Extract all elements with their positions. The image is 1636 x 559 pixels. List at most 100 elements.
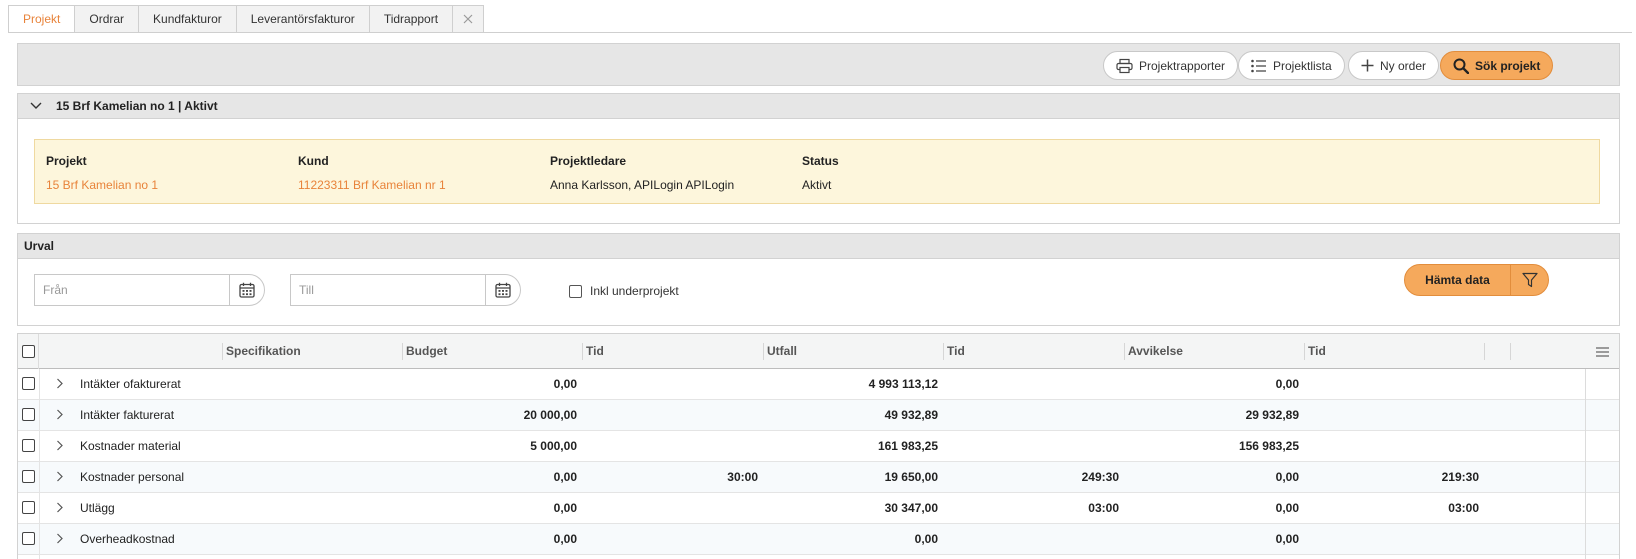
cell-avvikelse-tid: [1304, 369, 1479, 399]
row-checkbox[interactable]: [22, 532, 35, 545]
urval-header: Urval: [18, 234, 1619, 259]
table-row[interactable]: Overheadkostnad 0,00 0,00 0,00: [18, 524, 1619, 555]
cell-utfall-tid: 03:00: [1088, 501, 1119, 515]
chevron-right-icon[interactable]: [56, 502, 64, 513]
projektledare-value: Anna Karlsson, APILogin APILogin: [550, 178, 735, 192]
row-checkbox[interactable]: [22, 439, 35, 452]
from-date-input[interactable]: [34, 274, 229, 306]
calendar-icon: [239, 282, 255, 298]
chevron-right-icon[interactable]: [56, 440, 64, 451]
column-menu-button[interactable]: [1585, 334, 1619, 369]
chevron-right-icon[interactable]: [56, 409, 64, 420]
cell-budget: 0,00: [553, 501, 577, 515]
chevron-right-icon[interactable]: [56, 533, 64, 544]
cell-avvikelse-tid: 219:30: [1441, 470, 1479, 484]
hamta-data-split-button: Hämta data: [1404, 264, 1549, 296]
info-projekt: Projekt 15 Brf Kamelian no 1: [46, 154, 158, 192]
cell-avvikelse-tid: [1304, 524, 1479, 554]
close-icon: [463, 14, 473, 24]
row-checkbox[interactable]: [22, 377, 35, 390]
tab-projekt[interactable]: Projekt: [8, 5, 76, 33]
cell-specifikation: Utlägg: [80, 501, 115, 515]
cell-avvikelse-tid: [1304, 431, 1479, 461]
row-checkbox[interactable]: [22, 501, 35, 514]
select-all-checkbox[interactable]: [22, 345, 35, 358]
cell-avvikelse: 0,00: [1275, 501, 1299, 515]
inkl-underprojekt-checkbox[interactable]: [569, 284, 582, 298]
projektrapporter-button[interactable]: Projektrapporter: [1103, 51, 1239, 80]
cell-utfall-tid: 249:30: [1081, 470, 1119, 484]
filter-icon: [1521, 272, 1538, 288]
chevron-right-icon[interactable]: [56, 471, 64, 482]
tab-bar: Projekt Ordrar Kundfakturor Leverantörsf…: [8, 5, 485, 33]
cell-utfall-tid: [943, 431, 1119, 461]
column-header-utfall-tid[interactable]: Tid: [943, 334, 1124, 369]
project-panel: 15 Brf Kamelian no 1 | Aktivt Projekt 15…: [17, 93, 1620, 224]
table-row[interactable]: Intäkter ofakturerat 0,00 4 993 113,12 0…: [18, 369, 1619, 400]
column-header-avvikelse-tid[interactable]: Tid: [1304, 334, 1484, 369]
table-row[interactable]: Intäkter fakturerat 20 000,00 49 932,89 …: [18, 400, 1619, 431]
cell-specifikation: Overheadkostnad: [80, 532, 175, 546]
cell-utfall-tid: [943, 400, 1119, 430]
cell-budget: 5 000,00: [530, 439, 577, 453]
inkl-underprojekt-label: Inkl underprojekt: [590, 284, 679, 298]
hamta-data-button[interactable]: Hämta data: [1405, 265, 1510, 295]
cell-utfall: 4 993 113,12: [868, 377, 938, 391]
projektrapporter-label: Projektrapporter: [1139, 58, 1226, 73]
ny-order-button[interactable]: Ny order: [1348, 51, 1440, 80]
column-header-avvikelse[interactable]: Avvikelse: [1124, 334, 1304, 369]
chevron-right-icon[interactable]: [56, 378, 64, 389]
filter-button[interactable]: [1510, 265, 1548, 295]
column-header-budget-tid[interactable]: Tid: [582, 334, 763, 369]
cell-avvikelse: 156 983,25: [1238, 439, 1299, 453]
sok-projekt-button[interactable]: Sök projekt: [1440, 51, 1554, 80]
cell-avvikelse: 0,00: [1275, 470, 1299, 484]
sok-projekt-label: Sök projekt: [1475, 58, 1541, 73]
cell-budget: 0,00: [553, 377, 577, 391]
column-separator: [1484, 343, 1485, 360]
table-row[interactable]: Kostnader personal 0,00 30:00 19 650,00 …: [18, 462, 1619, 493]
ny-order-label: Ny order: [1380, 58, 1427, 73]
cell-avvikelse: 0,00: [1275, 377, 1299, 391]
tab-ordrar[interactable]: Ordrar: [75, 5, 140, 33]
cell-specifikation: Kostnader material: [80, 439, 181, 453]
cell-budget-tid: [582, 400, 758, 430]
to-date-input[interactable]: [290, 274, 485, 306]
table-row[interactable]: Kostnader material 5 000,00 161 983,25 1…: [18, 431, 1619, 462]
projektledare-label: Projektledare: [550, 154, 627, 168]
row-checkbox[interactable]: [22, 470, 35, 483]
column-header-specifikation[interactable]: Specifikation: [222, 334, 402, 369]
info-projektledare: Projektledare Anna Karlsson, APILogin AP…: [550, 154, 734, 192]
printer-icon: [1116, 58, 1133, 74]
menu-icon: [1595, 346, 1609, 357]
table-row[interactable]: Utlägg 0,00 30 347,00 03:00 0,00 03:00: [18, 493, 1619, 524]
cell-specifikation: Intäkter fakturerat: [80, 408, 175, 422]
kund-link[interactable]: 11223311 Brf Kamelian nr 1: [298, 178, 446, 192]
search-icon: [1453, 58, 1469, 74]
status-label: Status: [802, 154, 839, 168]
project-grid: Specifikation Budget Tid Utfall Tid Avvi…: [17, 333, 1620, 559]
column-header-utfall[interactable]: Utfall: [763, 334, 943, 369]
tab-leverantorsfakturor[interactable]: Leverantörsfakturor: [236, 5, 370, 33]
cell-specifikation: Kostnader personal: [80, 470, 185, 484]
to-date-picker: [290, 274, 521, 306]
projekt-link[interactable]: 15 Brf Kamelian no 1: [46, 178, 158, 192]
cell-utfall: 19 650,00: [884, 470, 938, 484]
project-panel-header[interactable]: 15 Brf Kamelian no 1 | Aktivt: [18, 94, 1619, 119]
row-checkbox[interactable]: [22, 408, 35, 421]
cell-avvikelse: 29 932,89: [1245, 408, 1299, 422]
info-kund: Kund 11223311 Brf Kamelian nr 1: [298, 154, 446, 192]
cell-budget: 0,00: [553, 532, 577, 546]
from-calendar-button[interactable]: [229, 274, 265, 306]
cell-budget-tid: 30:00: [727, 470, 758, 484]
column-header-budget[interactable]: Budget: [402, 334, 582, 369]
tab-kundfakturor[interactable]: Kundfakturor: [139, 5, 237, 33]
tab-tidrapport[interactable]: Tidrapport: [369, 5, 454, 33]
tab-close-button[interactable]: [453, 5, 485, 33]
cell-avvikelse-tid: 03:00: [1448, 501, 1479, 515]
list-icon: [1251, 59, 1267, 73]
cell-avvikelse: 0,00: [1275, 532, 1299, 546]
projektlista-button[interactable]: Projektlista: [1238, 51, 1345, 80]
inkl-underprojekt-option: Inkl underprojekt: [569, 284, 679, 298]
to-calendar-button[interactable]: [485, 274, 521, 306]
